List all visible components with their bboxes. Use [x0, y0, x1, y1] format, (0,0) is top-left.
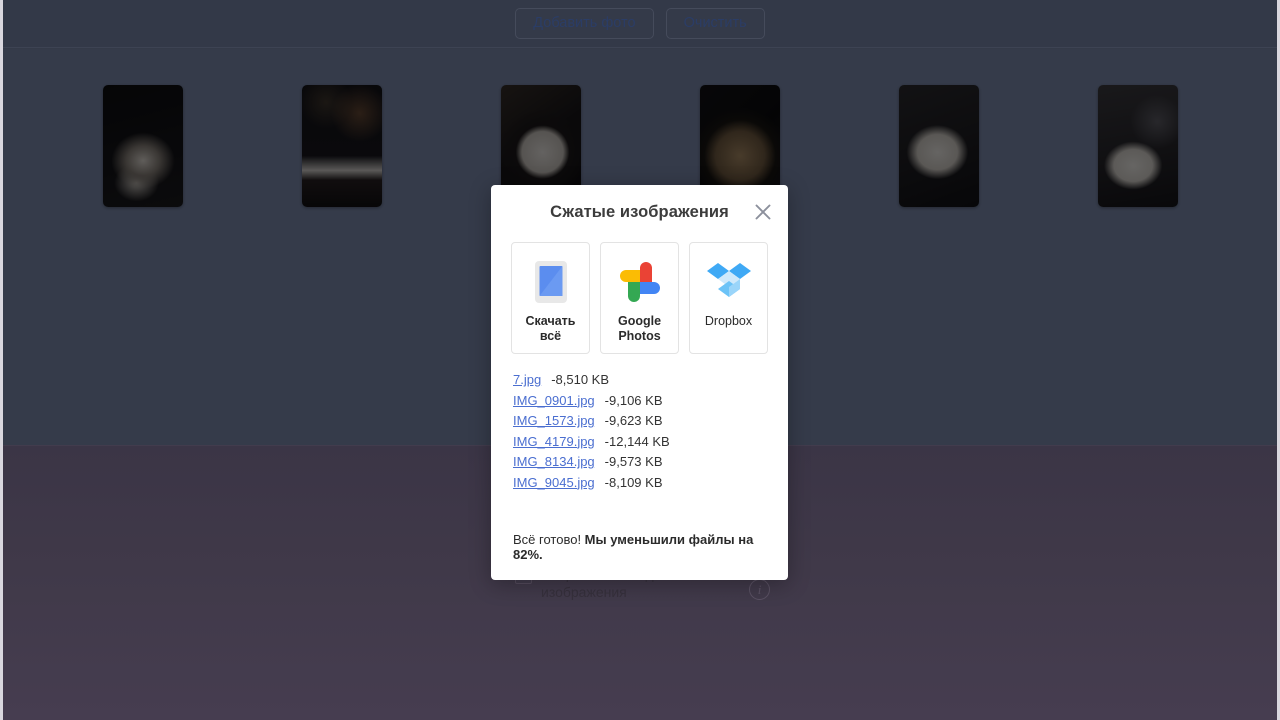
file-size-delta: -9,573 KB	[604, 454, 663, 469]
device-download-icon	[527, 258, 575, 306]
compressed-images-dialog: Сжатые изображения Скачать всё Google Ph…	[491, 185, 788, 580]
file-row: IMG_9045.jpg -8,109 KB	[513, 475, 766, 490]
download-all-tile[interactable]: Скачать всё	[511, 242, 590, 354]
file-row: 7.jpg -8,510 KB	[513, 372, 766, 387]
file-size-delta: -8,510 KB	[551, 372, 610, 387]
dropbox-label: Dropbox	[704, 314, 753, 328]
file-row: IMG_0901.jpg -9,106 KB	[513, 393, 766, 408]
file-size-delta: -8,109 KB	[604, 474, 663, 490]
google-photos-label-line2: Photos	[618, 329, 661, 343]
dropbox-icon	[705, 258, 753, 306]
file-row: IMG_1573.jpg -9,623 KB	[513, 413, 766, 428]
file-size-delta: -12,144 KB	[604, 433, 670, 449]
file-link[interactable]: IMG_4179.jpg	[513, 434, 595, 449]
google-photos-label-line1: Google	[617, 314, 662, 328]
file-size-delta: -9,106 KB	[604, 392, 663, 408]
file-link[interactable]: IMG_8134.jpg	[513, 454, 595, 469]
google-photos-label: Google Photos	[618, 314, 661, 344]
summary-prefix: Всё готово!	[513, 532, 585, 547]
google-photos-icon	[616, 258, 664, 306]
dialog-header: Сжатые изображения	[491, 185, 788, 226]
file-link[interactable]: IMG_1573.jpg	[513, 413, 595, 428]
google-photos-tile[interactable]: Google Photos	[600, 242, 679, 354]
file-link[interactable]: 7.jpg	[513, 372, 541, 387]
close-icon[interactable]	[752, 201, 774, 223]
destination-tiles: Скачать всё Google Photos Dropbox	[491, 226, 788, 354]
dropbox-tile[interactable]: Dropbox	[689, 242, 768, 354]
dialog-title: Сжатые изображения	[550, 203, 729, 221]
compressed-file-list: 7.jpg -8,510 KB IMG_0901.jpg -9,106 KB I…	[491, 354, 788, 520]
file-link[interactable]: IMG_0901.jpg	[513, 393, 595, 408]
file-row: IMG_4179.jpg -12,144 KB	[513, 434, 766, 449]
file-size-delta: -9,623 KB	[604, 413, 663, 428]
file-row: IMG_8134.jpg -9,573 KB	[513, 454, 766, 469]
file-link[interactable]: IMG_9045.jpg	[513, 475, 595, 490]
download-all-label: Скачать всё	[526, 314, 576, 344]
app-window: Добавить фото Очистить Сохранить метадан…	[0, 0, 1280, 720]
compression-summary: Всё готово! Мы уменьшили файлы на 82%.	[491, 520, 788, 580]
download-all-label-line2: всё	[539, 329, 562, 343]
download-all-label-line1: Скачать	[525, 314, 576, 328]
